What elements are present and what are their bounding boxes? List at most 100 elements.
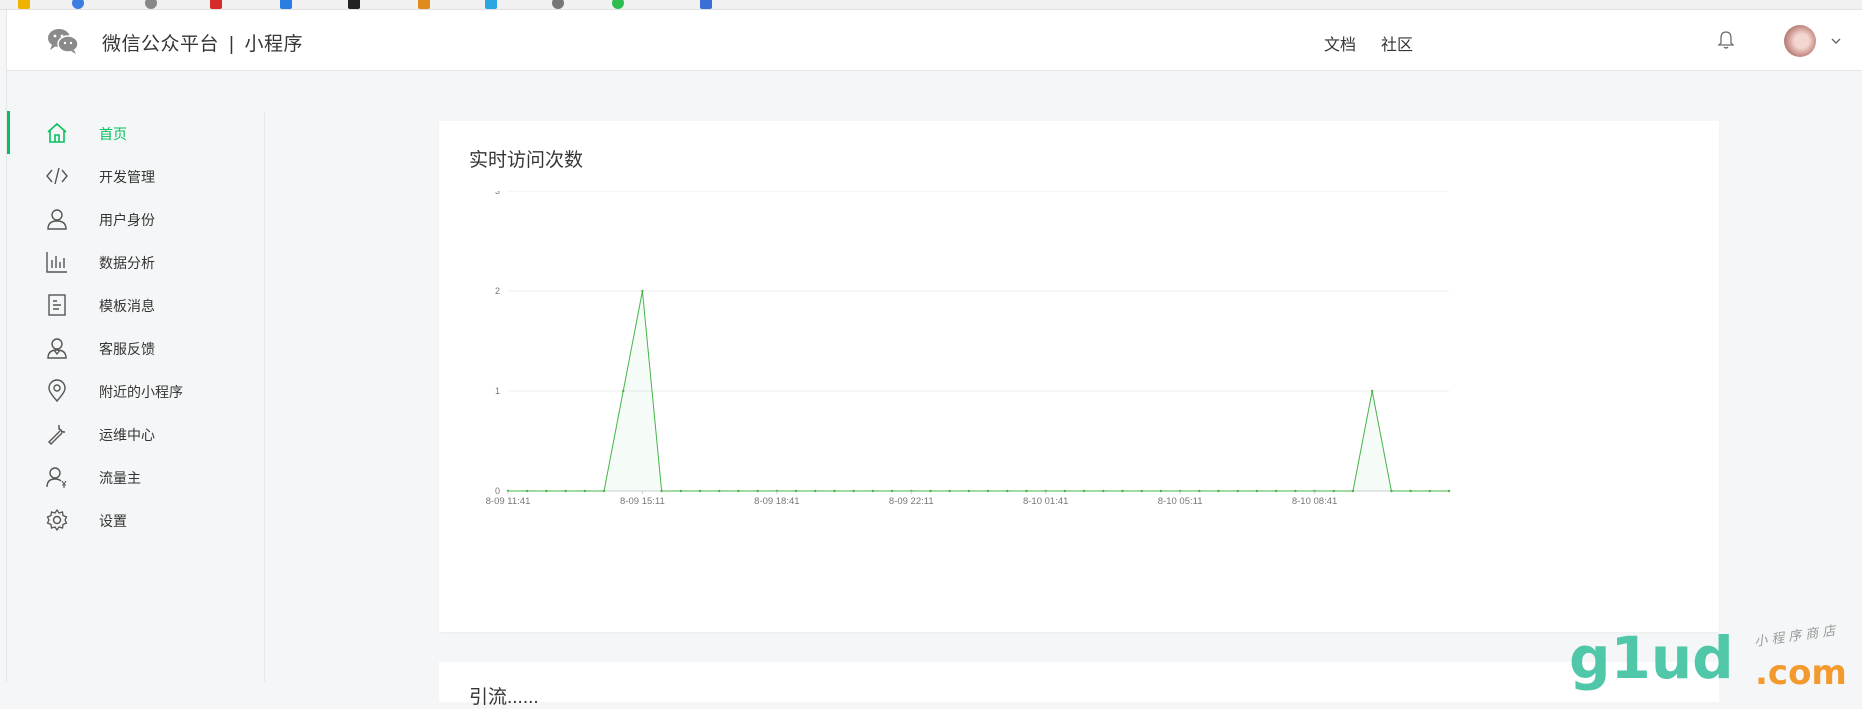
data-point [1217, 489, 1220, 493]
sidebar-item-data-analysis[interactable]: 数据分析 [7, 240, 265, 283]
avatar[interactable] [1784, 25, 1816, 57]
y-tick-label: 2 [495, 286, 500, 296]
data-point [833, 489, 836, 493]
bookmark-icon[interactable] [700, 0, 715, 9]
gear-icon [46, 508, 68, 532]
bookmark-icon[interactable] [418, 0, 433, 9]
sidebar-item-ops-center[interactable]: 运维中心 [7, 412, 265, 455]
brand-title[interactable]: 微信公众平台 | 小程序 [102, 29, 303, 56]
product-name: 小程序 [244, 34, 303, 55]
docs-link[interactable]: 文档 [1324, 31, 1356, 55]
data-point [1236, 489, 1239, 493]
brand-separator: | [229, 34, 235, 55]
home-icon [47, 122, 67, 143]
data-point [564, 489, 567, 493]
user-icon [47, 209, 67, 230]
page: 微信公众平台 | 小程序 文档 社区 首页 开发管理 用户身份 数据分析 模板消… [6, 10, 1862, 708]
location-pin-icon [48, 379, 66, 403]
data-point [1428, 489, 1431, 493]
x-tick-label: 8-09 11:41 [486, 496, 531, 507]
document-icon [48, 294, 66, 316]
data-point [641, 289, 644, 293]
sidebar-item-user-identity[interactable]: 用户身份 [7, 197, 265, 240]
data-point [814, 489, 817, 493]
card-title: 引流...... [469, 687, 539, 708]
bookmark-icon[interactable] [485, 0, 500, 9]
sidebar-item-home[interactable]: 首页 [7, 111, 265, 154]
sidebar-item-template-message[interactable]: 模板消息 [7, 283, 265, 326]
sidebar-item-nearby-miniprogram[interactable]: 附近的小程序 [7, 369, 265, 412]
customer-service-icon [47, 338, 67, 359]
x-tick-label: 8-10 05:11 [1158, 496, 1203, 507]
chevron-down-icon[interactable] [1829, 34, 1843, 48]
x-tick-label: 8-10 08:41 [1292, 496, 1337, 507]
watermark-suffix: .com [1755, 653, 1847, 692]
sidebar-item-label: 设置 [99, 513, 127, 529]
sidebar: 首页 开发管理 用户身份 数据分析 模板消息 客服反馈 附近的小程序 运维中心 [7, 111, 265, 682]
wrench-icon [48, 424, 66, 445]
sidebar-item-label: 模板消息 [99, 298, 155, 314]
data-point [1351, 489, 1355, 493]
data-point [986, 489, 990, 493]
traffic-card: 引流...... [439, 662, 1719, 708]
data-point [1063, 489, 1067, 493]
data-point [890, 489, 894, 493]
data-point [756, 489, 759, 493]
data-point [737, 489, 740, 493]
data-point [1332, 489, 1335, 493]
sidebar-item-label: 客服反馈 [99, 341, 155, 357]
data-point [794, 489, 798, 493]
data-point [1274, 489, 1278, 493]
data-point [1159, 489, 1163, 493]
data-point [526, 489, 529, 493]
sidebar-item-customer-feedback[interactable]: 客服反馈 [7, 326, 265, 369]
data-point [1370, 389, 1374, 393]
x-tick-label: 8-10 01:41 [1023, 496, 1068, 507]
bookmark-icon[interactable] [145, 0, 160, 9]
data-point [545, 489, 548, 493]
data-point [622, 389, 625, 393]
sidebar-item-label: 运维中心 [99, 427, 155, 443]
bookmark-icon[interactable] [552, 0, 567, 9]
data-point [967, 489, 971, 493]
bookmark-icon[interactable] [72, 0, 87, 9]
watermark-tagline: 小 程 序 商 店 [1753, 623, 1838, 649]
watermark-logo: g1ud .com 小 程 序 商 店 [1569, 623, 1847, 692]
top-header: 微信公众平台 | 小程序 文档 社区 [7, 10, 1862, 71]
data-point [1006, 489, 1009, 493]
y-tick-label: 1 [495, 386, 500, 396]
data-point [871, 489, 875, 493]
bell-icon[interactable] [1717, 30, 1735, 50]
community-link[interactable]: 社区 [1381, 31, 1413, 55]
bookmarks-bar [0, 0, 1862, 10]
sidebar-item-label: 开发管理 [99, 169, 155, 185]
bookmark-icon[interactable] [348, 0, 363, 9]
data-point [1025, 489, 1028, 493]
sidebar-item-label: 首页 [99, 126, 127, 142]
data-point [948, 489, 951, 493]
data-point [1409, 489, 1412, 493]
data-point [583, 489, 587, 493]
x-tick-label: 8-09 18:41 [754, 496, 799, 507]
bookmark-icon[interactable] [210, 0, 225, 9]
code-icon [46, 167, 68, 185]
data-point [1121, 489, 1124, 493]
data-point [1447, 489, 1451, 493]
bookmark-icon[interactable] [612, 0, 627, 9]
user-yen-icon [46, 467, 67, 488]
sidebar-item-label: 流量主 [99, 470, 141, 486]
realtime-visits-chart[interactable]: 0 1 2 3 8-09 11:41 8-09 15:11 8-09 18:41 8-09 2… [439, 191, 1719, 631]
sidebar-item-traffic-owner[interactable]: 流量主 [7, 455, 265, 498]
bookmark-icon[interactable] [280, 0, 295, 9]
data-point [602, 489, 606, 493]
realtime-visits-card: 实时访问次数 0 1 2 3 8-09 11:41 8-09 15:11 8-09 18:4… [439, 121, 1719, 632]
data-point [1390, 489, 1393, 493]
sidebar-item-dev-management[interactable]: 开发管理 [7, 154, 265, 197]
sidebar-item-settings[interactable]: 设置 [7, 498, 265, 541]
star-icon[interactable] [18, 0, 33, 9]
data-point [718, 489, 721, 493]
data-point [698, 489, 702, 493]
bar-chart-icon [46, 252, 67, 273]
sidebar-item-label: 数据分析 [99, 255, 155, 271]
wechat-logo-icon[interactable] [47, 28, 79, 54]
